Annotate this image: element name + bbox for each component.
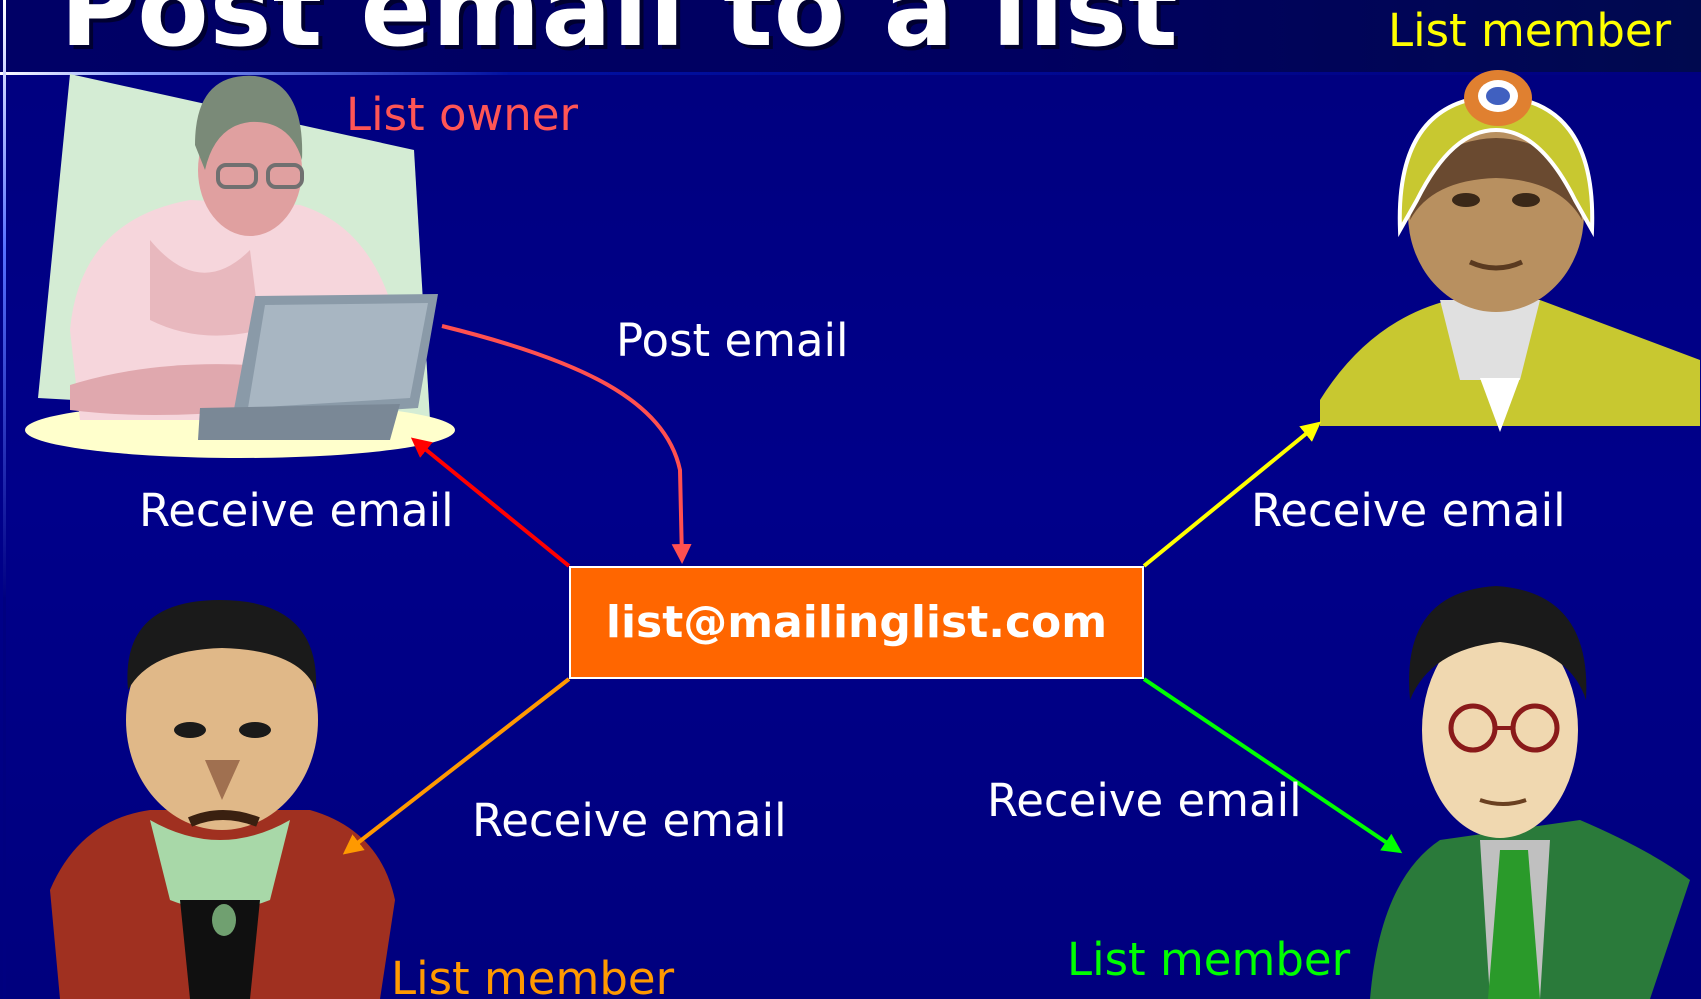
list-owner-label: List owner	[346, 88, 579, 141]
list-member-bottom-right-label: List member	[1067, 933, 1351, 986]
list-member-bottom-left-label: List member	[391, 952, 675, 999]
mailing-list-address-box: list@mailinglist.com	[569, 566, 1144, 679]
receive-email-owner-label: Receive email	[139, 484, 454, 537]
list-member-top-right-label: List member	[1388, 4, 1672, 57]
post-email-label: Post email	[616, 314, 849, 367]
slide: Post email to a list list@mailinglist.co…	[0, 0, 1701, 999]
receive-email-top-right-label: Receive email	[1251, 484, 1566, 537]
man-in-red-coat-icon	[50, 600, 395, 999]
receive-email-bottom-left-label: Receive email	[472, 794, 787, 847]
miner-with-helmet-icon	[1320, 70, 1700, 432]
man-with-glasses-icon	[1370, 586, 1690, 999]
receive-email-bottom-right-label: Receive email	[987, 774, 1302, 827]
mailing-list-address: list@mailinglist.com	[605, 597, 1108, 648]
